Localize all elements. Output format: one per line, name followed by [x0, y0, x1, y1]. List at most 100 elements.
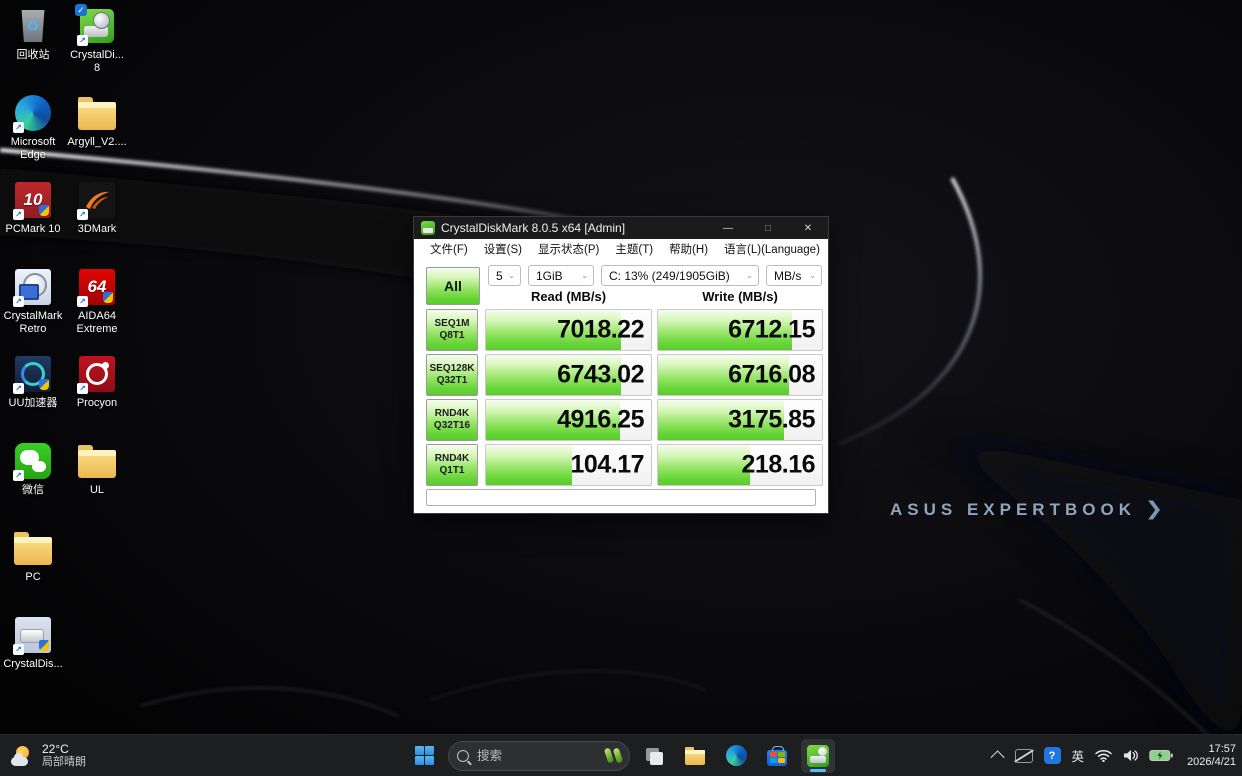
3dmark-icon: ↗ — [77, 180, 117, 220]
test-name: RND4K — [434, 453, 470, 464]
title-bar[interactable]: CrystalDiskMark 8.0.5 x64 [Admin] — □ ✕ — [414, 217, 828, 239]
uac-shield-icon — [39, 379, 49, 390]
maximize-button[interactable]: □ — [748, 217, 788, 239]
desktop-icon-uu-booster[interactable]: ↗ UU加速器 — [2, 354, 64, 410]
desktop-icon-aida64[interactable]: 64 ↗ AIDA64 Extreme — [66, 267, 128, 336]
uac-shield-icon — [39, 640, 49, 651]
uu-booster-icon: ↗ — [13, 354, 53, 394]
icon-label: UU加速器 — [8, 397, 58, 409]
test-count-value: 5 — [496, 268, 503, 283]
menu-view-status[interactable]: 显示状态(P) — [530, 241, 607, 257]
write-value: 218.16 — [741, 450, 816, 479]
weather-widget[interactable]: 22°C 局部晴朗 — [10, 735, 86, 776]
blue-app-tray-icon[interactable]: ? — [1043, 747, 1061, 764]
result-row-seq1m-q8t1: SEQ1M Q8T1 7018.22 6712.15 — [414, 309, 828, 351]
edge-button[interactable] — [719, 739, 753, 773]
crystaldiskmark-window: CrystalDiskMark 8.0.5 x64 [Admin] — □ ✕ … — [413, 216, 829, 514]
target-drive-select[interactable]: C: 13% (249/1905GiB) ⌄ — [601, 265, 759, 286]
tray-time: 17:57 — [1208, 742, 1236, 755]
read-value: 4916.25 — [557, 405, 644, 434]
menu-settings[interactable]: 设置(S) — [476, 241, 530, 257]
desktop-icon-wechat[interactable]: ↗ 微信 — [2, 441, 64, 497]
taskbar: 22°C 局部晴朗 搜索 ? 英 17:57 2026/4/21 — [0, 734, 1242, 776]
desktop-icon-microsoft-edge[interactable]: ↗ Microsoft Edge — [2, 93, 64, 162]
write-value: 6712.15 — [728, 315, 815, 344]
desktop-icon-recycle-bin[interactable]: ♻ 回收站 — [2, 6, 64, 62]
write-result-cell: 6712.15 — [657, 309, 823, 351]
desktop-icon-crystaldiskinfo[interactable]: ↗ CrystalDis... — [2, 615, 64, 671]
icon-label: Microsoft Edge — [10, 136, 56, 161]
test-size-select[interactable]: 1GiB ⌄ — [528, 265, 594, 286]
crystaldiskmark-taskbar-button[interactable] — [801, 738, 835, 773]
read-value: 104.17 — [570, 450, 645, 479]
comment-box[interactable] — [426, 489, 816, 506]
test-count-select[interactable]: 5 ⌄ — [488, 265, 521, 286]
edge-icon — [725, 745, 747, 766]
result-row-seq128k-q32t1: SEQ128K Q32T1 6743.02 6716.08 — [414, 354, 828, 396]
icon-label: PCMark 10 — [5, 223, 61, 235]
crystaldiskmark-icon — [807, 744, 829, 767]
folder-icon — [13, 528, 53, 568]
test-button-rnd4k-q1t1[interactable]: RND4K Q1T1 — [426, 444, 478, 486]
menu-help[interactable]: 帮助(H) — [661, 241, 716, 257]
test-button-seq1m-q8t1[interactable]: SEQ1M Q8T1 — [426, 309, 478, 351]
weather-temp: 22°C — [42, 741, 69, 756]
device-disabled-tray-icon[interactable] — [1014, 748, 1033, 763]
test-name: SEQ1M — [434, 318, 470, 329]
pcmark10-icon: 10 ↗ — [13, 180, 53, 220]
test-queue: Q32T16 — [433, 420, 471, 431]
menu-language[interactable]: 语言(L)(Language) — [716, 241, 828, 257]
battery-charging-icon[interactable] — [1149, 749, 1173, 762]
wifi-icon[interactable] — [1095, 749, 1112, 762]
desktop-icon-argyll-folder[interactable]: Argyll_V2.... — [66, 93, 128, 149]
clock-widget[interactable]: 17:57 2026/4/21 — [1187, 743, 1236, 769]
aida64-icon: 64 ↗ — [77, 267, 117, 307]
folder-icon — [77, 441, 117, 481]
chevron-down-icon: ⌄ — [581, 271, 588, 280]
desktop-icon-crystaldiskmark8[interactable]: ✓ ↗ CrystalDi... 8 — [66, 4, 128, 75]
task-view-button[interactable] — [637, 739, 671, 773]
uac-shield-icon — [103, 292, 113, 303]
window-title: CrystalDiskMark 8.0.5 x64 [Admin] — [441, 221, 626, 235]
menu-file[interactable]: 文件(F) — [422, 241, 476, 257]
app-icon — [421, 221, 435, 235]
crystaldiskmark-icon: ✓ ↗ — [75, 4, 117, 46]
desktop-icon-pcmark10[interactable]: 10 ↗ PCMark 10 — [2, 180, 64, 236]
run-all-button[interactable]: All — [426, 267, 480, 305]
test-button-rnd4k-q32t16[interactable]: RND4K Q32T16 — [426, 399, 478, 441]
test-button-seq128k-q32t1[interactable]: SEQ128K Q32T1 — [426, 354, 478, 396]
selected-check-icon: ✓ — [75, 4, 87, 16]
chevron-down-icon: ⌄ — [508, 271, 515, 280]
close-button[interactable]: ✕ — [788, 217, 828, 239]
unit-select[interactable]: MB/s ⌄ — [766, 265, 822, 286]
search-box[interactable] — [448, 740, 630, 771]
target-drive-value: C: 13% (249/1905GiB) — [609, 268, 730, 283]
icon-label: 微信 — [22, 484, 44, 496]
desktop-icon-pc-folder[interactable]: PC — [2, 528, 64, 584]
result-row-rnd4k-q32t16: RND4K Q32T16 4916.25 3175.85 — [414, 399, 828, 441]
microsoft-store-button[interactable] — [760, 739, 794, 773]
icon-label: CrystalMark Retro — [3, 310, 63, 335]
file-explorer-button[interactable] — [678, 739, 712, 773]
shortcut-arrow-icon: ↗ — [13, 209, 24, 220]
store-icon — [767, 745, 787, 766]
start-button[interactable] — [407, 739, 441, 773]
unit-value: MB/s — [774, 268, 802, 283]
hidden-icons-chevron-icon[interactable] — [990, 749, 1005, 764]
volume-icon[interactable] — [1123, 749, 1138, 762]
tray-date: 2026/4/21 — [1187, 755, 1236, 768]
search-input[interactable] — [475, 747, 600, 764]
weather-icon — [10, 745, 34, 767]
test-queue: Q32T1 — [436, 375, 468, 386]
expertbook-chevron-icon: ❯ — [1144, 499, 1164, 520]
recycle-bin-icon: ♻ — [13, 6, 53, 46]
menu-theme[interactable]: 主题(T) — [607, 241, 661, 257]
desktop-icon-ul-folder[interactable]: UL — [66, 441, 128, 497]
ime-language-indicator[interactable]: 英 — [1072, 746, 1085, 765]
recycle-glyph: ♻ — [26, 18, 40, 35]
desktop-icon-procyon[interactable]: ↗ Procyon — [66, 354, 128, 410]
desktop-icon-crystalmark-retro[interactable]: ↗ CrystalMark Retro — [2, 267, 64, 336]
minimize-button[interactable]: — — [708, 217, 748, 239]
desktop-icon-3dmark[interactable]: ↗ 3DMark — [66, 180, 128, 236]
test-name: RND4K — [434, 408, 470, 419]
